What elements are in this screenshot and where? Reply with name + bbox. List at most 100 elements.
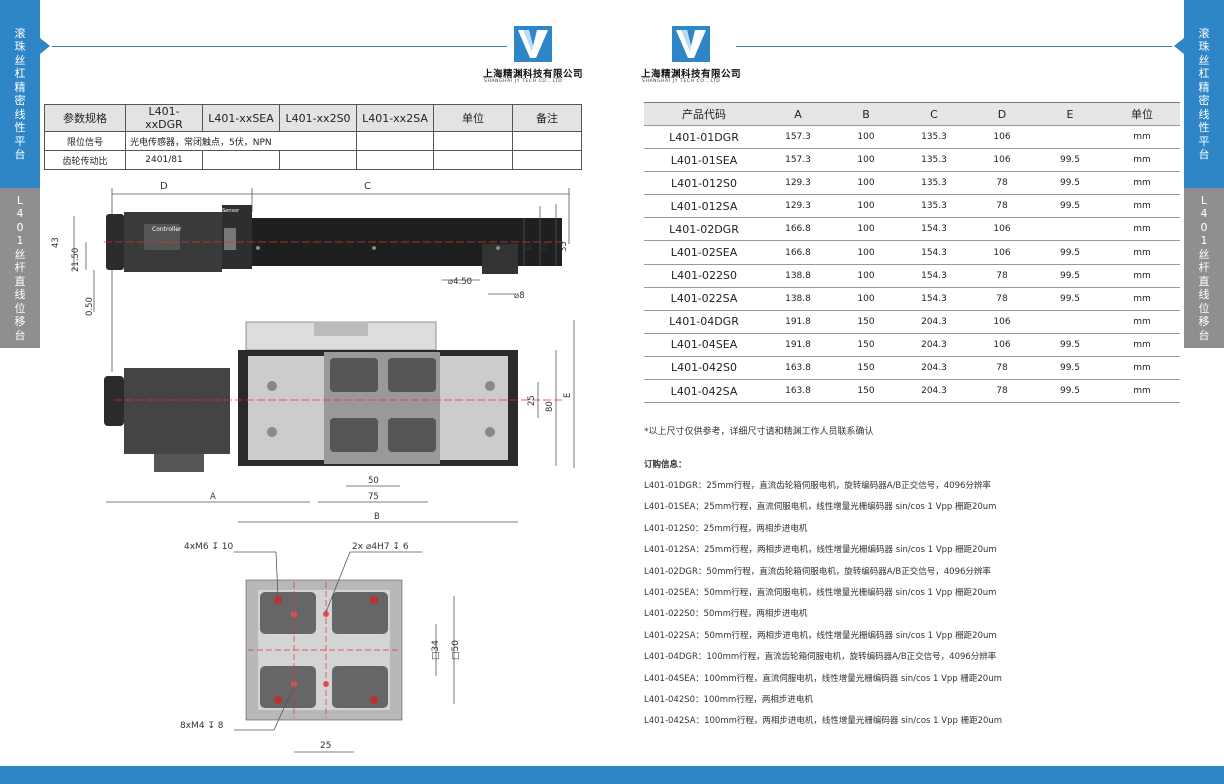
dim-value-cell: 100 — [832, 217, 900, 242]
spec-table: 参数规格 L401-xxDGR L401-xxSEA L401-xx2S0 L4… — [44, 104, 582, 170]
controller-label: Controller — [152, 226, 182, 233]
tab-arrow-left — [40, 38, 50, 54]
dim-value-cell: 99.5 — [1036, 264, 1104, 288]
dim-table-row: L401-04DGR 191.8 150 204.3 106 mm — [644, 310, 1180, 334]
dim-value-cell: 135.3 — [900, 171, 968, 196]
dim-35-label: 35 — [559, 241, 569, 252]
dim-header-cell: D — [968, 102, 1036, 126]
right-side-tab-bottom: L401丝杆直线位移台 — [1184, 188, 1224, 348]
dim-value-cell: 78 — [968, 264, 1036, 288]
dim-value-cell: 150 — [832, 333, 900, 357]
tab-arrow-right — [1174, 38, 1184, 54]
dim-header-cell: C — [900, 102, 968, 126]
dim-value-cell: 99.5 — [1036, 333, 1104, 357]
dim-table-row: L401-02SEA 166.8 100 154.3 106 99.5 mm — [644, 240, 1180, 265]
dim-value-cell: 166.8 — [764, 240, 832, 265]
side-view: Controller Sensor — [104, 205, 564, 274]
product-code-cell: L401-02SEA — [644, 240, 764, 265]
dim-value-cell: 191.8 — [764, 333, 832, 357]
dim-value-cell: 135.3 — [900, 148, 968, 173]
dim-value-cell: mm — [1104, 264, 1180, 288]
dim-value-cell: mm — [1104, 171, 1180, 196]
thread-m4-label: 8xM4 ↧ 8 — [180, 721, 224, 731]
product-code-cell: L401-012S0 — [644, 171, 764, 196]
dim-value-cell: 100 — [832, 194, 900, 219]
dim-value-cell: 99.5 — [1036, 287, 1104, 311]
dim-value-cell: 150 — [832, 356, 900, 381]
brand-name-right: 上海精渊科技有限公司 — [641, 69, 742, 80]
spec-header-cell: L401-xx2S0 — [279, 104, 357, 132]
product-code-cell: L401-04SEA — [644, 333, 764, 357]
dimension-table: 产品代码 A B C D E 单位 L401-01DGR 157.3 100 135.… — [644, 102, 1180, 404]
dim-value-cell: 106 — [968, 125, 1036, 150]
side-tab-label: 滚珠丝杠精密线性平台 — [1198, 26, 1210, 162]
dim-8-label: 8 — [525, 245, 535, 250]
dim-value-cell: 163.8 — [764, 379, 832, 404]
dim-bottom-25-label: 25 — [320, 741, 331, 751]
dim-value-cell: mm — [1104, 125, 1180, 150]
sensor-label: Sensor — [222, 208, 240, 214]
dim-a-label: A — [210, 492, 216, 502]
order-info-item: L401-042S0：100mm行程，两相步进电机 — [644, 695, 813, 705]
dim-value-cell: 135.3 — [900, 194, 968, 219]
dim-value-cell: 106 — [968, 240, 1036, 265]
dim-value-cell — [1036, 125, 1104, 150]
order-info-item: L401-02DGR：50mm行程，直流齿轮箱伺服电机，旋转编码器A/B正交信号… — [644, 566, 991, 577]
dim-table-row: L401-022S0 138.8 100 154.3 78 99.5 mm — [644, 264, 1180, 288]
company-logo-icon — [672, 26, 710, 62]
dim-value-cell: mm — [1104, 379, 1180, 404]
side-tab-label: L401丝杆直线位移台 — [14, 193, 26, 342]
dim-value-cell: 204.3 — [900, 379, 968, 404]
order-info-item: L401-04SEA：100mm行程，直流伺服电机，线性增量光栅编码器 sin/… — [644, 673, 1002, 684]
dim-e-label: E — [563, 393, 573, 398]
hole-450-label: ⌀4.50 — [448, 277, 472, 287]
dim-value-cell: 163.8 — [764, 356, 832, 381]
product-code-cell: L401-042SA — [644, 379, 764, 404]
dim-value-cell: 99.5 — [1036, 148, 1104, 173]
dim-25-label: 25 — [527, 395, 537, 406]
dim-value-cell: 129.3 — [764, 194, 832, 219]
dim-value-cell: 204.3 — [900, 356, 968, 381]
dim-34-label: 34 — [541, 241, 551, 252]
dim-header-cell: 产品代码 — [644, 102, 764, 126]
dim-value-cell: 100 — [832, 287, 900, 311]
dim-value-cell: 166.8 — [764, 217, 832, 242]
spec-header-cell: L401-xx2SA — [356, 104, 434, 132]
product-code-cell: L401-02DGR — [644, 217, 764, 242]
dim-value-cell: 129.3 — [764, 171, 832, 196]
dim-value-cell: 106 — [968, 148, 1036, 173]
hole-8-label: ⌀8 — [514, 291, 525, 301]
dim-75-label: 75 — [368, 492, 379, 502]
left-side-tab-bottom: L401丝杆直线位移台 — [0, 188, 40, 348]
order-info-item: L401-022SA：50mm行程，两相步进电机，线性增量光栅编码器 sin/c… — [644, 630, 997, 641]
dim-value-cell: 150 — [832, 310, 900, 334]
product-code-cell: L401-022SA — [644, 287, 764, 311]
dim-value-cell: 154.3 — [900, 264, 968, 288]
spec-header-row: 参数规格 L401-xxDGR L401-xxSEA L401-xx2S0 L4… — [44, 104, 582, 132]
dim-table-row: L401-04SEA 191.8 150 204.3 106 99.5 mm — [644, 333, 1180, 357]
dim-header-cell: 单位 — [1104, 102, 1180, 126]
technical-drawing: D C Controller Sensor 43 21.50 0.50 8 34… — [51, 181, 575, 753]
top-view — [104, 321, 564, 472]
dim-value-cell: 138.8 — [764, 264, 832, 288]
dim-b-label: B — [374, 512, 380, 522]
dim-43-label: 43 — [51, 237, 61, 248]
header-rule-right — [736, 46, 1172, 47]
footer-bar — [0, 766, 1224, 784]
dim-header-cell: B — [832, 102, 900, 126]
dim-value-cell: 204.3 — [900, 310, 968, 334]
dim-value-cell: 157.3 — [764, 125, 832, 150]
order-info-item: L401-01SEA：25mm行程，直流伺服电机，线性增量光栅编码器 sin/c… — [644, 502, 997, 513]
dim-value-cell: 135.3 — [900, 125, 968, 150]
dim-c-label: C — [364, 181, 371, 192]
spec-header-cell: 备注 — [512, 104, 582, 132]
spec-row-value: 光电传感器，常闭触点，5伏，NPN — [125, 131, 357, 151]
square-34-label: □34 — [431, 640, 441, 660]
order-info-item: L401-012SA：25mm行程，两相步进电机，线性增量光栅编码器 sin/c… — [644, 545, 997, 556]
spec-header-cell: 单位 — [433, 104, 513, 132]
product-code-cell: L401-04DGR — [644, 310, 764, 334]
spec-header-cell: L401-xxDGR — [125, 104, 203, 132]
side-view-labels: D C — [160, 181, 371, 192]
dim-value-cell: 100 — [832, 240, 900, 265]
dim-value-cell: 78 — [968, 171, 1036, 196]
